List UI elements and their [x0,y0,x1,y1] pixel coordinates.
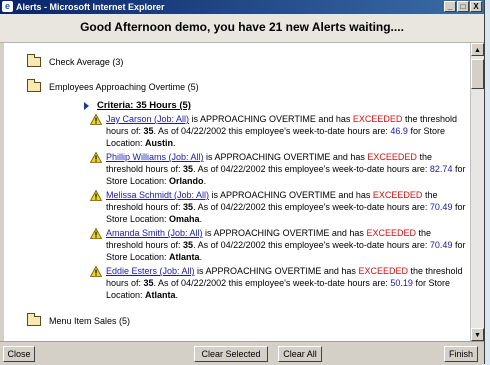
scroll-down-icon[interactable]: ▼ [471,328,484,341]
scroll-up-icon[interactable]: ▲ [471,43,484,56]
store-location: Atlanta [145,290,176,300]
group-label: Menu Item Sales (5) [49,316,131,326]
window-title: Alerts - Microsoft Internet Explorer [16,2,165,12]
greeting-text: Good Afternoon demo, you have 21 new Ale… [80,20,404,34]
warning-icon [90,152,102,163]
group-employees-overtime[interactable]: Employees Approaching Overtime (5) [27,79,199,92]
alert-text: Phillip Williams (Job: All) is APPROACHI… [106,152,466,186]
criteria-row[interactable]: Criteria: 35 Hours (5) [84,100,191,111]
store-location: Orlando [169,176,204,186]
alert-item: Phillip Williams (Job: All) is APPROACHI… [90,151,468,187]
alert-text: Amanda Smith (Job: All) is APPROACHING O… [106,228,466,262]
employee-link[interactable]: Melissa Schmidt (Job: All) [106,190,209,200]
employee-link[interactable]: Amanda Smith (Job: All) [106,228,203,238]
alerts-window: e Alerts - Microsoft Internet Explorer _… [0,0,485,365]
employee-link[interactable]: Jay Carson (Job: All) [106,114,189,124]
alert-text: Melissa Schmidt (Job: All) is APPROACHIN… [106,190,466,224]
finish-button[interactable]: Finish [444,346,478,362]
criteria-arrow-icon [84,101,89,110]
alert-text: Eddie Esters (Job: All) is APPROACHING O… [106,266,463,300]
footer-bar: Close Clear Selected Clear All Finish [0,341,484,365]
vertical-scrollbar[interactable]: ▲ ▼ [470,43,484,341]
folder-icon [27,313,41,326]
window-controls: _ □ X [444,1,482,12]
warning-icon [90,114,102,125]
minimize-button[interactable]: _ [444,1,456,12]
hours-value: 70.49 [429,202,453,212]
hours-value: 46.9 [390,126,408,136]
employee-link[interactable]: Eddie Esters (Job: All) [106,266,195,276]
clear-selected-button[interactable]: Clear Selected [194,346,268,362]
scroll-thumb[interactable] [471,59,484,89]
hours-value: 70.49 [429,240,453,250]
store-location: Atlanta [169,252,200,262]
exceeded-label: EXCEEDED [352,114,403,124]
group-label: Employees Approaching Overtime (5) [49,82,199,92]
alert-text: Jay Carson (Job: All) is APPROACHING OVE… [106,114,457,148]
employee-link[interactable]: Phillip Williams (Job: All) [106,152,204,162]
group-label: Check Average (3) [49,57,124,67]
folder-icon [27,79,41,92]
clear-all-button[interactable]: Clear All [278,346,322,362]
alert-item: Amanda Smith (Job: All) is APPROACHING O… [90,227,468,263]
exceeded-label: EXCEEDED [372,190,423,200]
alert-item: Jay Carson (Job: All) is APPROACHING OVE… [90,113,468,149]
threshold-value: 35 [143,278,154,288]
threshold-value: 35 [183,164,194,174]
close-window-button[interactable]: X [470,1,482,12]
greeting-banner: Good Afternoon demo, you have 21 new Ale… [0,14,484,43]
ie-icon: e [2,1,13,12]
close-button[interactable]: Close [3,346,35,362]
maximize-button[interactable]: □ [457,1,469,12]
hours-value: 50.19 [390,278,413,288]
alert-item: Melissa Schmidt (Job: All) is APPROACHIN… [90,189,468,225]
group-menu-item-sales[interactable]: Menu Item Sales (5) [27,313,131,326]
store-location: Austin [145,138,174,148]
exceeded-label: EXCEEDED [358,266,408,276]
threshold-value: 35 [183,202,194,212]
alert-item: Eddie Esters (Job: All) is APPROACHING O… [90,265,468,301]
criteria-label: Criteria: 35 Hours (5) [97,100,191,111]
store-location: Omaha [169,214,200,224]
warning-icon [90,190,102,201]
warning-icon [90,266,102,277]
group-check-average[interactable]: Check Average (3) [27,54,124,67]
exceeded-label: EXCEEDED [367,152,417,162]
hours-value: 82.74 [429,164,453,174]
threshold-value: 35 [143,126,154,136]
folder-icon [27,54,41,67]
exceeded-label: EXCEEDED [366,228,416,238]
alerts-content: Check Average (3) Employees Approaching … [4,43,470,341]
threshold-value: 35 [183,240,194,250]
title-bar[interactable]: e Alerts - Microsoft Internet Explorer _… [0,0,484,14]
warning-icon [90,228,102,239]
